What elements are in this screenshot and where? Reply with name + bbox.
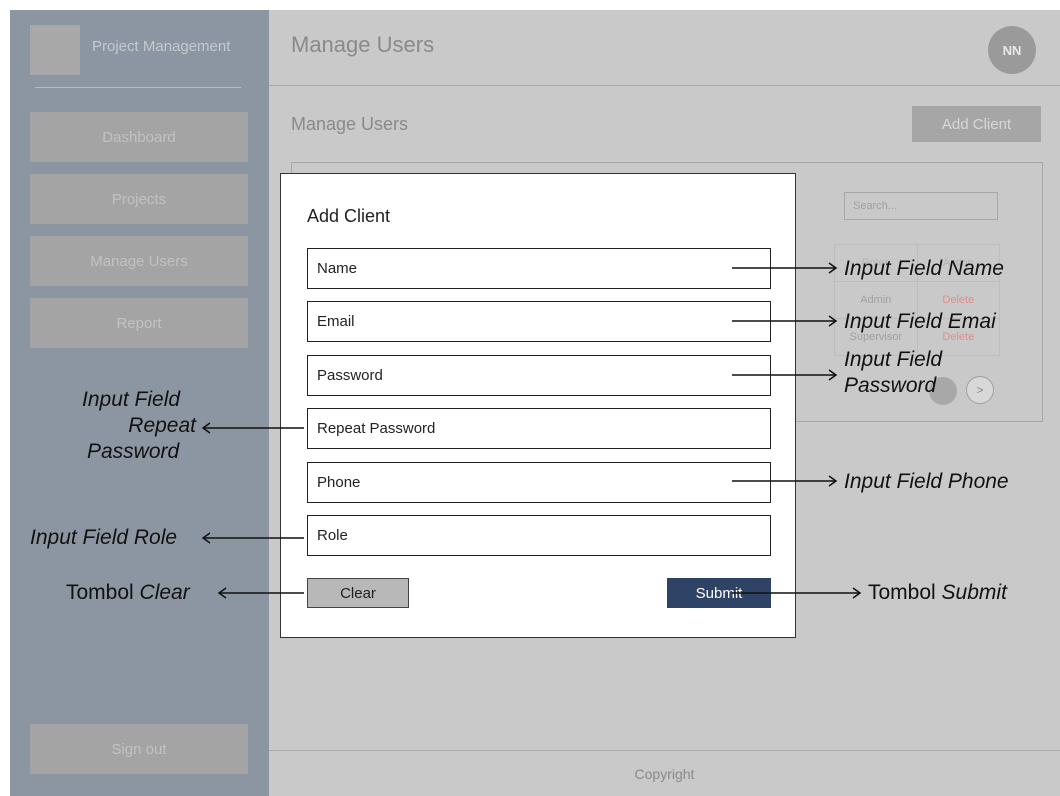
app-title: Project Management (92, 38, 231, 55)
annotation-phone: Input Field Phone (844, 470, 1009, 493)
annotation-clear: Tombol Clear (66, 580, 190, 606)
logo (30, 25, 80, 75)
annotation-repeat-line3: Password (87, 440, 180, 463)
annotation-repeat-line1: Input Field (82, 388, 181, 411)
sidebar-item-manage-users[interactable]: Manage Users (30, 236, 248, 286)
annotation-repeat-password: Input Field Repeat Password (30, 387, 196, 465)
annotation-repeat-line2: Repeat (128, 414, 196, 437)
clear-button[interactable]: Clear (307, 578, 409, 608)
role-field[interactable]: Role (307, 515, 771, 556)
add-client-button[interactable]: Add Client (912, 106, 1041, 142)
submit-button[interactable]: Submit (667, 578, 771, 608)
sidebar-divider (35, 87, 241, 88)
footer: Copyright (269, 750, 1060, 796)
section-title: Manage Users (291, 114, 409, 134)
header: Manage Users NN (269, 10, 1060, 86)
sidebar-item-report[interactable]: Report (30, 298, 248, 348)
annotation-password-line2: Password (844, 374, 937, 397)
pagination-next-button[interactable]: > (966, 376, 994, 404)
sidebar-item-dashboard[interactable]: Dashboard (30, 112, 248, 162)
annotation-role: Input Field Role (30, 526, 178, 549)
add-client-modal: Add Client Name Email Password Repeat Pa… (280, 173, 796, 638)
avatar[interactable]: NN (988, 26, 1036, 74)
annotation-submit-word2: Submit (941, 581, 1007, 604)
annotation-clear-word2: Clear (139, 581, 190, 604)
repeat-password-field[interactable]: Repeat Password (307, 408, 771, 449)
sidebar-item-projects[interactable]: Projects (30, 174, 248, 224)
phone-field[interactable]: Phone (307, 462, 771, 503)
search-input[interactable]: Search... (844, 192, 998, 220)
annotation-email: Input Field Emai (844, 310, 996, 333)
password-field[interactable]: Password (307, 355, 771, 396)
annotation-name: Input Field Name (844, 257, 1004, 280)
page-title: Manage Users (291, 32, 435, 57)
annotation-clear-word1: Tombol (66, 581, 134, 604)
annotation-submit-word1: Tombol (868, 581, 936, 604)
sign-out-button[interactable]: Sign out (30, 724, 248, 774)
annotation-submit: Tombol Submit (868, 580, 1007, 606)
annotation-password: Input Field Password (844, 347, 942, 399)
modal-title: Add Client (307, 206, 391, 226)
email-field[interactable]: Email (307, 301, 771, 342)
name-field[interactable]: Name (307, 248, 771, 289)
annotation-password-line1: Input Field (844, 348, 943, 371)
